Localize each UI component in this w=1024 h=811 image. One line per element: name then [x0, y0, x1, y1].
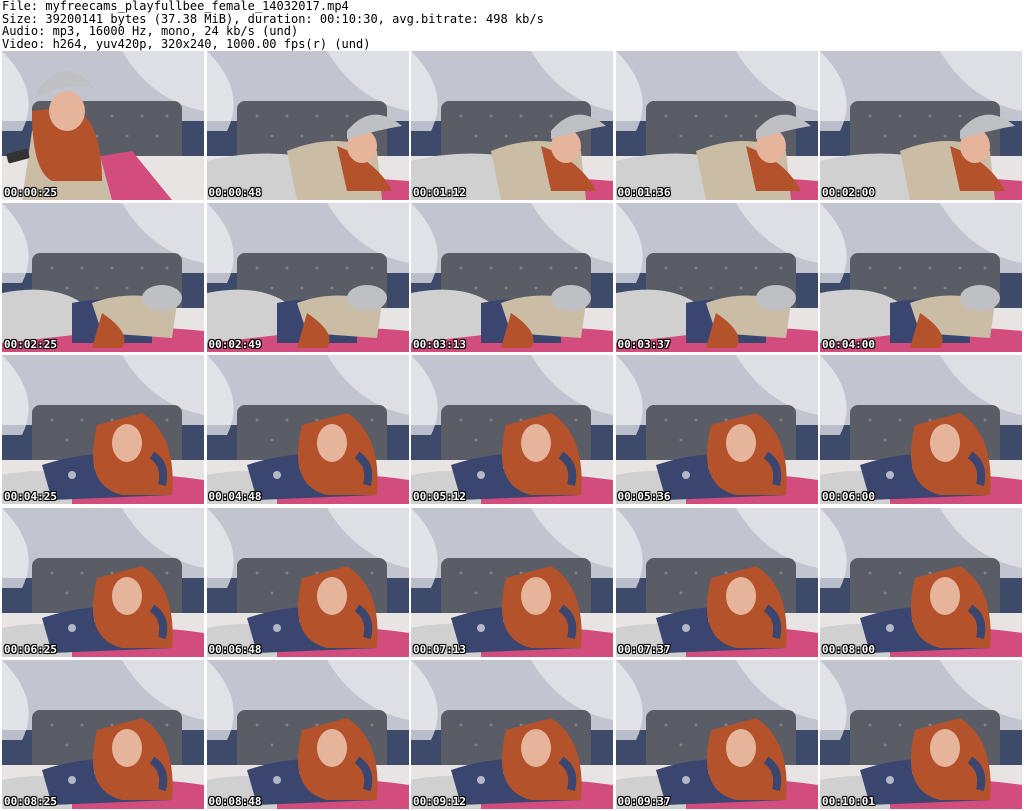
- thumbnail-timestamp: 00:07:13: [413, 642, 466, 656]
- video-thumbnail: 00:06:00: [820, 355, 1022, 505]
- thumbnail-frame-image: [615, 659, 818, 809]
- thumbnail-timestamp: 00:03:37: [617, 338, 671, 352]
- thumbnail-frame-image: [615, 51, 818, 200]
- thumbnail-frame-image: [206, 51, 409, 200]
- thumbnail-timestamp: 00:08:25: [4, 794, 57, 808]
- thumbnail-frame-image: [2, 51, 204, 200]
- video-thumbnail: 00:08:00: [820, 507, 1022, 657]
- thumbnail-timestamp: 00:10:01: [822, 794, 875, 808]
- thumbnail-timestamp: 00:02:25: [4, 338, 57, 352]
- thumbnail-timestamp: 00:08:00: [822, 642, 875, 656]
- thumbnail-frame-image: [206, 203, 409, 353]
- thumbnail-timestamp: 00:09:12: [413, 794, 466, 808]
- file-name-line: File: myfreecams_playfullbee_female_1403…: [2, 0, 349, 13]
- thumbnail-timestamp: 00:00:25: [4, 186, 57, 199]
- video-thumbnail: 00:01:36: [615, 51, 818, 200]
- thumbnail-frame-image: [615, 355, 818, 505]
- video-thumbnail: 00:02:25: [2, 203, 204, 353]
- video-thumbnail: 00:08:48: [206, 659, 409, 809]
- thumbnail-timestamp: 00:08:48: [208, 794, 262, 808]
- video-thumbnail: 00:06:25: [2, 507, 204, 657]
- thumbnail-frame-image: [411, 355, 613, 505]
- thumbnail-timestamp: 00:06:48: [208, 642, 262, 656]
- thumbnail-frame-image: [820, 51, 1022, 200]
- video-thumbnail: 00:10:01: [820, 659, 1022, 809]
- thumbnail-frame-image: [206, 659, 409, 809]
- thumbnail-timestamp: 00:07:37: [617, 642, 671, 656]
- thumbnail-timestamp: 00:05:36: [617, 490, 671, 504]
- thumbnail-timestamp: 00:02:00: [822, 186, 875, 199]
- thumbnail-timestamp: 00:01:12: [413, 186, 466, 199]
- video-thumbnail: 00:00:25: [2, 51, 204, 200]
- thumbnail-frame-image: [2, 203, 204, 353]
- video-thumbnail: 00:02:49: [206, 203, 409, 353]
- video-thumbnail: 00:00:48: [206, 51, 409, 200]
- thumbnail-frame-image: [206, 507, 409, 657]
- thumbnail-timestamp: 00:06:25: [4, 642, 57, 656]
- thumbnail-frame-image: [411, 203, 613, 353]
- video-thumbnail: 00:03:37: [615, 203, 818, 353]
- thumbnail-timestamp: 00:05:12: [413, 490, 466, 504]
- video-thumbnail: 00:07:37: [615, 507, 818, 657]
- video-thumbnail: 00:04:48: [206, 355, 409, 505]
- audio-info-line: Audio: mp3, 16000 Hz, mono, 24 kb/s (und…: [2, 24, 299, 38]
- thumbnail-timestamp: 00:00:48: [208, 186, 262, 199]
- thumbnail-frame-image: [820, 659, 1022, 809]
- thumbnail-timestamp: 00:01:36: [617, 186, 671, 199]
- thumbnail-grid: 00:00:25 00:00:48 00:01:12 00:01:36 00:0…: [2, 51, 1023, 809]
- video-thumbnail: 00:07:13: [411, 507, 613, 657]
- thumbnail-frame-image: [2, 507, 204, 657]
- thumbnail-frame-image: [820, 507, 1022, 657]
- thumbnail-timestamp: 00:02:49: [208, 338, 262, 352]
- thumbnail-timestamp: 00:09:37: [617, 794, 671, 808]
- thumbnail-frame-image: [411, 659, 613, 809]
- thumbnail-timestamp: 00:03:13: [413, 338, 466, 352]
- thumbnail-frame-image: [411, 507, 613, 657]
- video-thumbnail: 00:01:12: [411, 51, 613, 200]
- video-thumbnail: 00:05:36: [615, 355, 818, 505]
- video-thumbnail: 00:04:25: [2, 355, 204, 505]
- thumbnail-frame-image: [2, 659, 204, 809]
- thumbnail-frame-image: [206, 355, 409, 505]
- video-thumbnail: 00:09:37: [615, 659, 818, 809]
- video-thumbnail: 00:03:13: [411, 203, 613, 353]
- video-info-header: File: myfreecams_playfullbee_female_1403…: [0, 0, 1024, 50]
- thumbnail-frame-image: [2, 355, 204, 505]
- thumbnail-frame-image: [615, 203, 818, 353]
- video-info-line: Video: h264, yuv420p, 320x240, 1000.00 f…: [2, 36, 371, 51]
- video-thumbnail: 00:05:12: [411, 355, 613, 505]
- thumbnail-timestamp: 00:04:48: [208, 490, 262, 504]
- thumbnail-timestamp: 00:04:00: [822, 338, 875, 352]
- thumbnail-frame-image: [615, 507, 818, 657]
- video-thumbnail: 00:06:48: [206, 507, 409, 657]
- thumbnail-frame-image: [820, 355, 1022, 505]
- video-thumbnail: 00:09:12: [411, 659, 613, 809]
- video-thumbnail: 00:02:00: [820, 51, 1022, 200]
- thumbnail-timestamp: 00:06:00: [822, 490, 875, 504]
- thumbnail-timestamp: 00:04:25: [4, 490, 57, 504]
- thumbnail-frame-image: [820, 203, 1022, 353]
- video-thumbnail: 00:04:00: [820, 203, 1022, 353]
- video-thumbnail: 00:08:25: [2, 659, 204, 809]
- thumbnail-frame-image: [411, 51, 613, 200]
